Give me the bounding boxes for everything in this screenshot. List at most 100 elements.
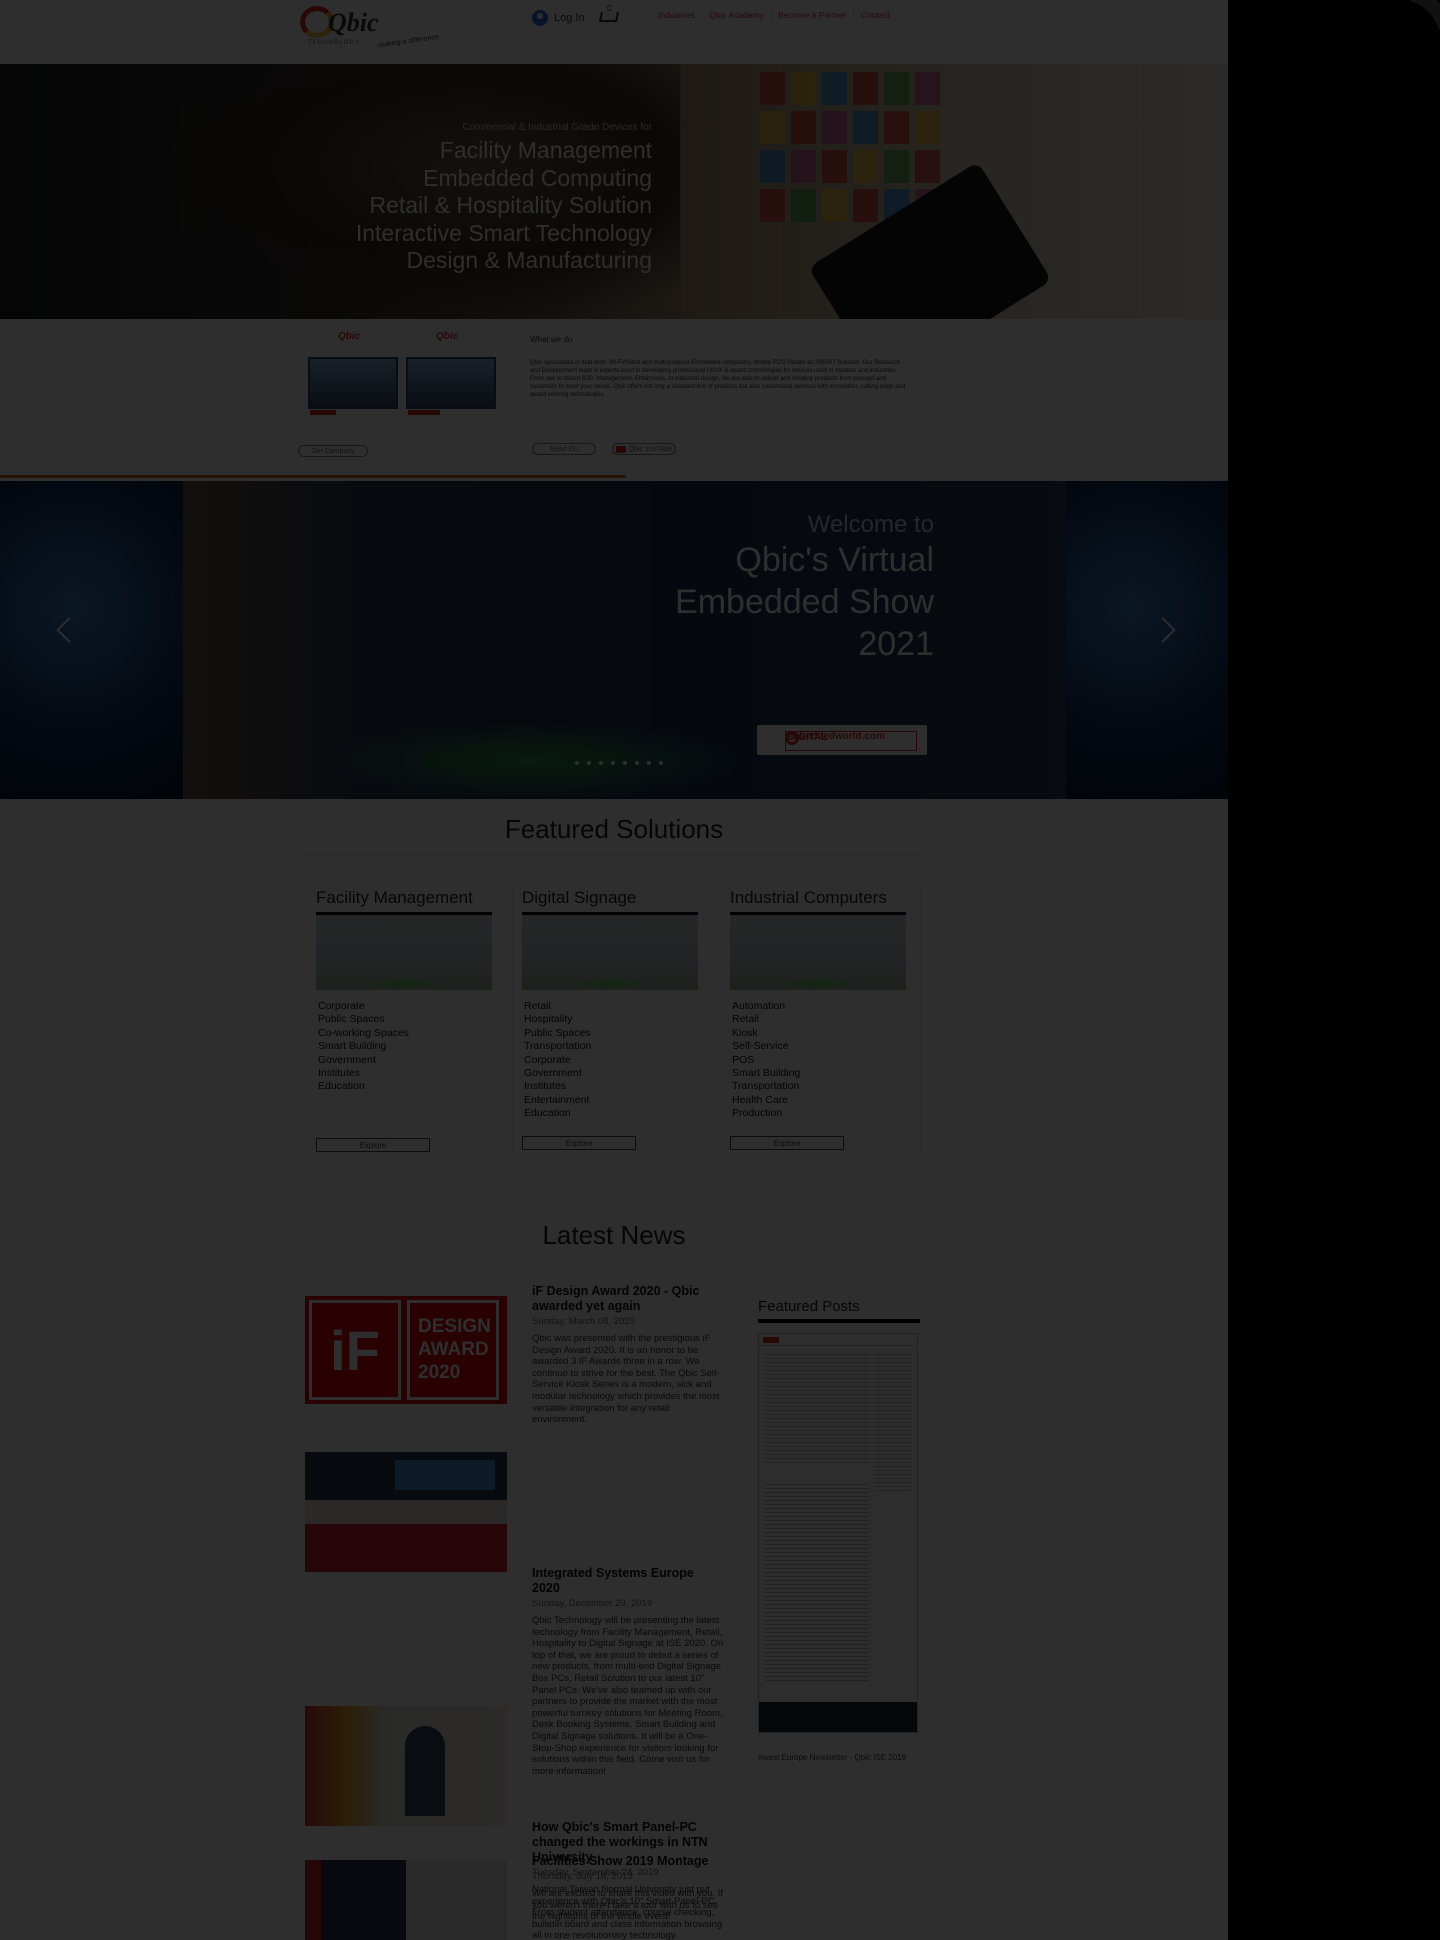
solution-card-image[interactable]	[730, 912, 906, 990]
what-we-do-title: What we do	[530, 335, 573, 344]
solution-list-item: Production	[732, 1107, 783, 1120]
solution-list-item: Institutes	[524, 1080, 567, 1093]
solution-list-item: Government	[318, 1053, 376, 1066]
solution-card-list: Retail Hospitality Public Spaces Transporta…	[522, 1000, 708, 1121]
news-image[interactable]	[305, 1860, 507, 1940]
login-label: Log In	[554, 12, 585, 24]
if-logo: iF	[309, 1300, 401, 1400]
news-item-ntn-university: How Qbic's Smart Panel-PC changed the wo…	[305, 1700, 725, 1940]
card-divider	[920, 888, 921, 1158]
office-building-photo-a	[308, 357, 398, 415]
news-title[interactable]: Integrated Systems Europe 2020	[532, 1566, 725, 1596]
featured-posts-sidebar: Featured Posts Invest Europe Newsletter …	[758, 1298, 920, 1763]
hero-banner: Commercial & Industrial Grade Devices fo…	[0, 64, 1228, 319]
solution-card-list: Corporate Public Spaces Co-working Spaces S…	[316, 1000, 502, 1094]
cart-icon	[599, 12, 619, 22]
solution-card-image[interactable]	[316, 912, 492, 990]
news-image[interactable]	[305, 1706, 507, 1826]
news-text: Facilities Show 2019 Montage Thursday, J…	[532, 1854, 725, 1923]
qbic-logo[interactable]: Qbic TECHNOLOGY	[300, 6, 440, 56]
if-award-text: DESIGN AWARD 2020	[407, 1300, 499, 1400]
newsletter-preview-image[interactable]	[758, 1333, 918, 1733]
solution-list-item: Institutes	[318, 1067, 361, 1080]
solution-list-item: Transportation	[732, 1080, 800, 1093]
nav-item-industries[interactable]: Industries	[658, 10, 695, 20]
solution-list-item: Transportation	[524, 1040, 592, 1053]
site-header: Qbic TECHNOLOGY making a difference Log …	[0, 0, 1228, 64]
news-title[interactable]: Facilities Show 2019 Montage	[532, 1854, 725, 1869]
solution-card-image[interactable]	[522, 912, 698, 990]
youtube-button[interactable]: Qbic YouTube	[612, 443, 676, 455]
solution-list-item: Smart Building	[732, 1067, 801, 1080]
hero-line-facility: Facility Management	[439, 137, 652, 163]
solution-list-item: POS	[732, 1053, 755, 1066]
carousel-dot[interactable]	[647, 761, 651, 765]
newsletter-text-block	[875, 1354, 911, 1494]
solution-card-digital-signage: Digital Signage Retail Hospitality Public …	[522, 888, 708, 1160]
nav-item-contact[interactable]: Contact	[861, 10, 890, 20]
news-image[interactable]: iF DESIGN AWARD 2020	[305, 1296, 507, 1404]
explore-button[interactable]: Explore	[522, 1136, 636, 1150]
logo-text: Qbic	[328, 8, 379, 37]
slide-title-line-2: Embedded Show	[675, 583, 934, 621]
solution-list-item: Health Care	[732, 1093, 789, 1106]
news-image[interactable]	[305, 1452, 507, 1572]
solution-list-item: Co-working Spaces	[318, 1026, 410, 1039]
carousel-dot[interactable]	[659, 761, 663, 765]
slide-text: Welcome to Qbic's Virtual Embedded Show …	[675, 511, 934, 665]
carousel-dot[interactable]	[623, 761, 627, 765]
latest-news-title: Latest News	[542, 1220, 686, 1250]
carousel-dot[interactable]	[599, 761, 603, 765]
explore-button[interactable]: Explore	[316, 1138, 430, 1152]
slide-glow	[320, 721, 740, 799]
news-date: Sunday, December 29, 2019	[532, 1598, 653, 1609]
solution-list-item: Self-Service	[732, 1040, 789, 1053]
solution-list-item: Corporate	[318, 1000, 365, 1012]
news-title[interactable]: iF Design Award 2020 - Qbic awarded yet …	[532, 1284, 725, 1314]
youtube-icon	[615, 445, 626, 453]
newsletter-header	[759, 1334, 917, 1346]
latest-news-section: Latest News iF DESIGN AWARD 2020 iF Desi…	[0, 1200, 1228, 1940]
card-divider	[512, 888, 513, 1158]
featured-solutions-section: Featured Solutions Facility Management C…	[0, 800, 1228, 1200]
solution-list-item: Public Spaces	[524, 1026, 591, 1039]
hero-line-interactive: Interactive Smart Technology	[355, 219, 652, 246]
solution-card-list: Automation Retail Kiosk Self-Service POS Smar…	[730, 1000, 916, 1121]
cart-button[interactable]: 0	[598, 4, 622, 26]
featured-post-caption[interactable]: Invest Europe Newsletter - Qbic ISE 2019	[758, 1753, 920, 1763]
hero-line-design: Design & Manufacturing	[406, 247, 652, 273]
hero-photo-postits	[760, 72, 940, 222]
nav-item-become-a-partner[interactable]: Become a Partner	[778, 10, 847, 20]
read-on-button[interactable]: Read On	[532, 443, 596, 455]
hero-line-retail: Retail & Hospitality Solution	[369, 192, 652, 218]
carousel-dot[interactable]	[575, 761, 579, 765]
solution-list-item: Education	[318, 1080, 365, 1093]
solution-list-item: Retail	[524, 1000, 551, 1012]
web-page: Qbic TECHNOLOGY making a difference Log …	[0, 0, 1228, 1940]
main-nav: Industries | Qbic Academy | Become a Par…	[658, 10, 890, 20]
carousel-pagination	[575, 761, 663, 765]
featured-posts-title: Featured Posts	[758, 1298, 920, 1323]
nav-item-qbic-academy[interactable]: Qbic Academy	[709, 10, 764, 20]
badge-tag: DIGITAL	[785, 731, 917, 751]
login-button[interactable]: Log In	[532, 10, 585, 26]
slide-eyebrow: Welcome to	[807, 511, 934, 538]
newsletter-text-block	[765, 1354, 869, 1464]
nav-separator: |	[700, 10, 704, 20]
solution-list-item: Corporate	[524, 1053, 571, 1066]
solution-card-title: Digital Signage	[522, 888, 637, 907]
what-we-do-section: Qbic Qbic Our Company What we do Qbic sp…	[0, 319, 1228, 478]
our-company-button[interactable]: Our Company	[298, 445, 368, 457]
explore-button[interactable]: Explore	[730, 1136, 844, 1150]
carousel-prev-slide-preview	[0, 481, 183, 799]
cart-count: 0	[607, 4, 612, 13]
slide-title-line-1: Qbic's Virtual	[735, 541, 934, 579]
hero-eyebrow: Commercial & Industrial Grade Devices fo…	[462, 122, 652, 133]
carousel-dot[interactable]	[611, 761, 615, 765]
newsletter-text-block	[765, 1484, 869, 1684]
carousel-dot[interactable]	[635, 761, 639, 765]
empty-area	[1228, 0, 1440, 1940]
card-divider	[718, 888, 719, 1158]
carousel-dot[interactable]	[587, 761, 591, 765]
news-body: Qbic was presented with the prestigious …	[532, 1333, 720, 1426]
